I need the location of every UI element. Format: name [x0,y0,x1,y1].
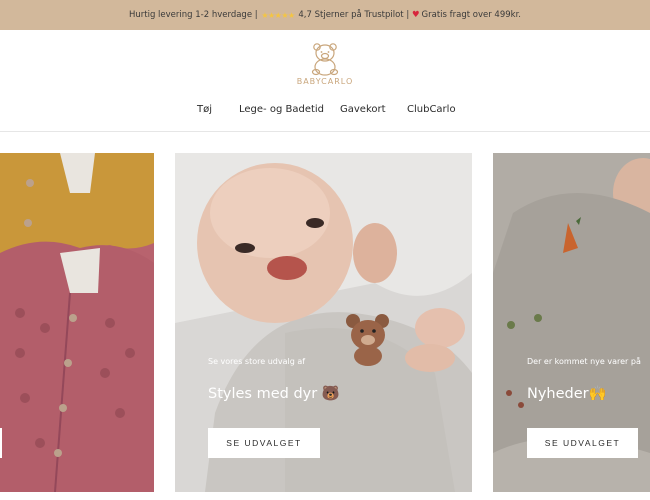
nav-item-clubcarlo[interactable]: ClubCarlo [407,104,456,115]
card2-subtitle: Se vores store udvalg af [208,357,306,366]
announcement-delivery: Hurtig levering 1-2 hverdage | [128,10,258,20]
promo-card-cardigans[interactable] [0,153,154,492]
header-divider [0,131,650,132]
teddy-bear-logo-icon [311,43,339,76]
cardigans-image [0,153,154,492]
card2-see-selection-button[interactable]: SE UDVALGET [208,428,320,458]
heart-icon: ♥ [411,10,420,20]
announcement-bar: Hurtig levering 1-2 hverdage | ★★★★★ 4,7… [0,0,650,30]
nav-item-lege-og-badetid[interactable]: Lege- og Badetid [239,104,324,115]
announcement-shipping: Gratis fragt over 499kr. [421,10,521,20]
card2-title: Styles med dyr 🐻 [208,386,340,402]
promo-card-nyheder[interactable]: Der er kommet nye varer på Nyheder🙌 SE U… [493,153,650,492]
card1-button[interactable] [0,428,2,458]
logo-text: BABYCARLO [296,77,354,86]
card3-see-selection-button[interactable]: SE UDVALGET [527,428,638,458]
nav-item-toj[interactable]: Tøj [197,104,212,115]
promo-card-styles-med-dyr[interactable]: Se vores store udvalg af Styles med dyr … [175,153,472,492]
card3-title: Nyheder🙌 [527,386,607,402]
card3-subtitle: Der er kommet nye varer på [527,357,641,366]
nav-item-gavekort[interactable]: Gavekort [340,104,386,115]
announcement-rating: 4,7 Stjerner på Trustpilot | [298,10,410,20]
site-logo[interactable]: BABYCARLO [290,42,360,92]
trustpilot-stars-icon: ★★★★★ [261,10,295,20]
